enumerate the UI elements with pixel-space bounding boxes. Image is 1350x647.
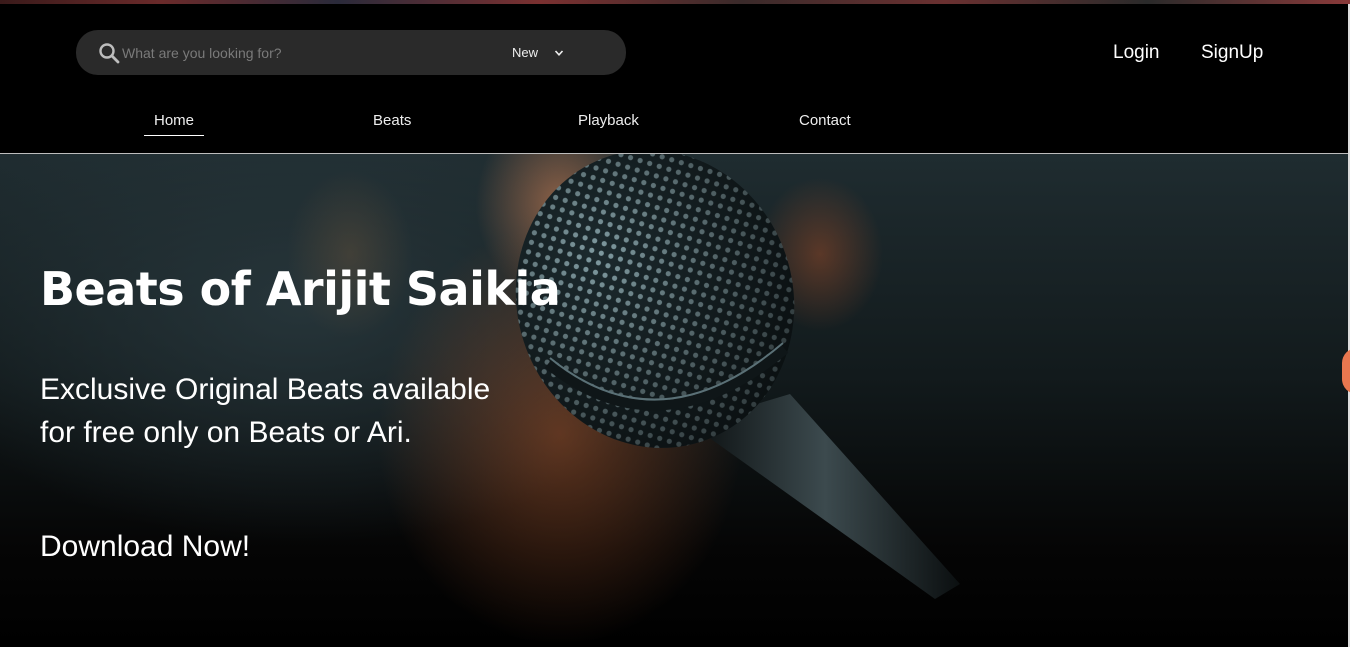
chevron-down-icon (554, 49, 564, 56)
search-input[interactable] (122, 30, 482, 75)
search-icon[interactable] (98, 42, 120, 64)
login-link[interactable]: Login (1113, 42, 1160, 64)
sort-select-value: New (512, 45, 539, 60)
download-now-link[interactable]: Download Now! (40, 530, 250, 564)
sort-select[interactable]: New (512, 30, 582, 75)
signup-link[interactable]: SignUp (1201, 42, 1263, 64)
top-banner-strip (0, 0, 1350, 4)
page: New Login SignUp Home Beats Playback Con… (0, 0, 1350, 647)
nav-item-home[interactable]: Home (144, 112, 204, 136)
search-bar: New (76, 30, 626, 75)
hero-section: Beats of Arijit Saikia Exclusive Origina… (0, 154, 1348, 647)
hero-title: Beats of Arijit Saikia (40, 262, 561, 316)
main-nav: Home Beats Playback Contact (0, 112, 1350, 142)
nav-item-contact[interactable]: Contact (799, 112, 851, 135)
nav-item-playback[interactable]: Playback (578, 112, 639, 135)
nav-item-beats[interactable]: Beats (373, 112, 411, 135)
hero-subtitle: Exclusive Original Beats available for f… (40, 373, 491, 449)
